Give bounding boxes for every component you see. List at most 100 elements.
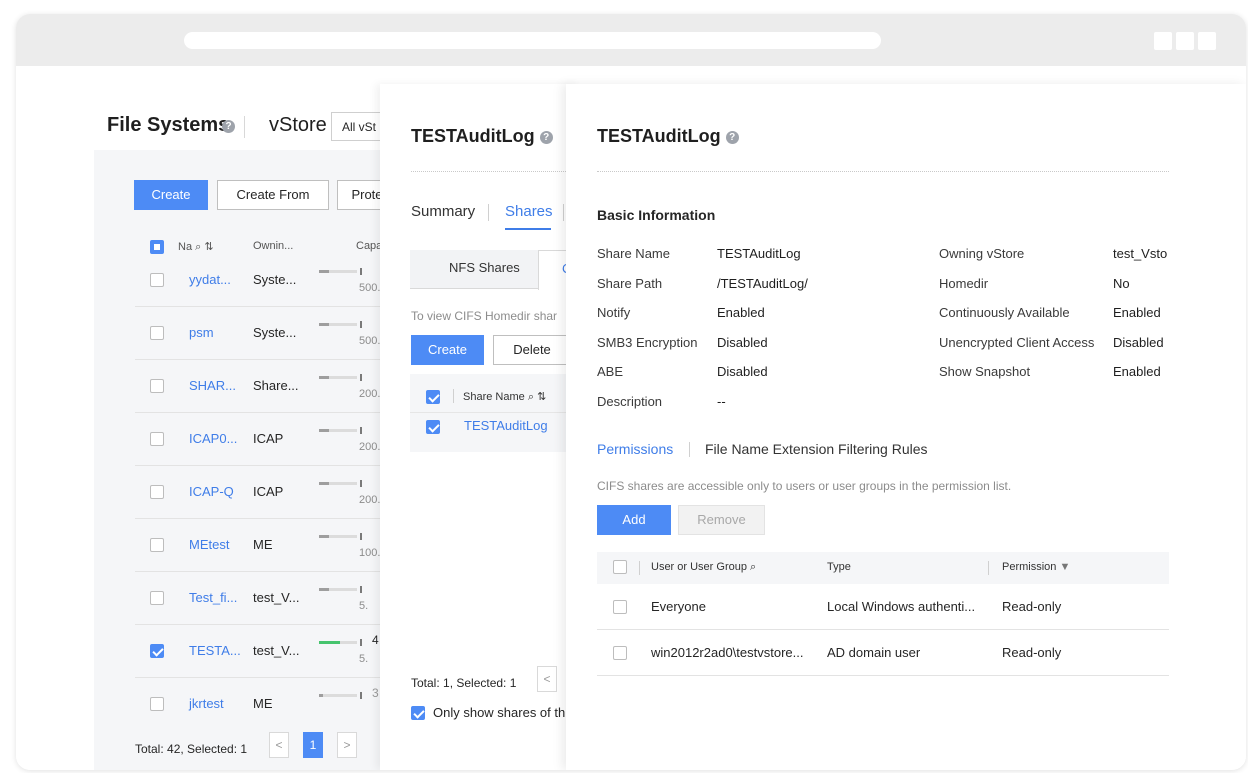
row-divider — [135, 359, 380, 360]
owning-vstore: ICAP — [253, 484, 284, 499]
prev-page-button[interactable]: < — [537, 666, 557, 692]
info-label: Notify — [597, 305, 631, 321]
column-owning[interactable]: Ownin... — [253, 240, 293, 252]
file-system-name-link[interactable]: psm — [189, 325, 214, 340]
info-label: Show Snapshot — [939, 364, 1031, 380]
file-system-name-link[interactable]: yydat... — [189, 272, 231, 287]
info-value: Enabled — [717, 305, 765, 321]
file-system-name-link[interactable]: TESTA... — [189, 643, 241, 658]
info-value: TESTAuditLog — [717, 246, 801, 261]
info-value: test_Vsto — [1113, 246, 1168, 261]
browser-window: File Systems ? vStore All vSt Create Cre… — [16, 14, 1246, 770]
row-checkbox[interactable] — [150, 485, 164, 499]
capacity-bar — [319, 323, 357, 326]
row-checkbox[interactable] — [150, 697, 164, 711]
file-systems-panel: File Systems ? vStore All vSt Create Cre… — [94, 84, 397, 770]
row-divider — [135, 624, 380, 625]
file-system-name-link[interactable]: SHAR... — [189, 378, 236, 393]
row-checkbox[interactable] — [150, 326, 164, 340]
next-page-button[interactable]: > — [337, 732, 357, 758]
close-button[interactable] — [1198, 32, 1216, 50]
row-divider — [135, 465, 380, 466]
maximize-button[interactable] — [1176, 32, 1194, 50]
row-checkbox[interactable] — [613, 600, 627, 614]
file-system-name-link[interactable]: ICAP-Q — [189, 484, 234, 499]
info-label: ABE — [597, 364, 624, 380]
row-checkbox[interactable] — [150, 538, 164, 552]
capacity-bar-fill — [319, 376, 329, 379]
capacity-value: 200. — [359, 441, 381, 453]
minimize-button[interactable] — [1154, 32, 1172, 50]
help-icon[interactable]: ? — [725, 130, 739, 144]
row-checkbox[interactable] — [426, 420, 440, 434]
tab-shares[interactable]: Shares — [505, 203, 553, 220]
search-icon[interactable]: ⌕ — [750, 561, 756, 573]
delete-share-button[interactable]: Delete — [493, 335, 571, 365]
add-button[interactable]: Add — [597, 505, 671, 535]
column-capacity[interactable]: Capa — [356, 240, 382, 252]
divider — [244, 116, 245, 138]
table-row: win2012r2ad0\testvstore... AD domain user… — [597, 630, 1169, 676]
capacity-bar — [319, 376, 357, 379]
column-name[interactable]: Na ⌕ ⇅ — [178, 240, 214, 254]
only-show-label: Only show shares of th — [433, 705, 566, 720]
capacity-value: 200. — [359, 494, 381, 506]
remove-button[interactable]: Remove — [678, 505, 765, 535]
column-user-label: User or User Group — [651, 561, 747, 573]
address-bar[interactable] — [184, 32, 881, 49]
info-label: Continuously Available — [939, 305, 1070, 321]
create-from-button[interactable]: Create From — [217, 180, 329, 210]
file-system-name-link[interactable]: Test_fi... — [189, 590, 237, 605]
column-permission[interactable]: Permission ▼ — [1002, 561, 1070, 573]
capacity-marker — [360, 374, 362, 381]
capacity-bar-fill — [319, 535, 329, 538]
create-button[interactable]: Create — [134, 180, 208, 210]
row-checkbox[interactable] — [150, 379, 164, 393]
select-all-checkbox[interactable] — [613, 560, 627, 574]
prev-page-button[interactable]: < — [269, 732, 289, 758]
column-share-name[interactable]: Share Name ⌕ ⇅ — [463, 390, 546, 404]
row-checkbox[interactable] — [150, 273, 164, 287]
tab-file-name-extension-filtering-rules[interactable]: File Name Extension Filtering Rules — [705, 441, 928, 457]
owning-vstore: test_V... — [253, 643, 300, 658]
user-type: Local Windows authenti... — [827, 599, 976, 614]
row-checkbox[interactable] — [613, 646, 627, 660]
file-system-name-link[interactable]: jkrtest — [189, 696, 224, 711]
tab-permissions[interactable]: Permissions — [597, 441, 673, 457]
row-checkbox[interactable] — [150, 432, 164, 446]
permission-hint: CIFS shares are accessible only to users… — [597, 479, 1012, 493]
select-all-checkbox[interactable] — [150, 240, 164, 254]
help-icon[interactable]: ? — [222, 120, 235, 133]
user-type: AD domain user — [827, 645, 921, 660]
subtab-nfs-shares[interactable]: NFS Shares — [449, 260, 520, 275]
info-value: Disabled — [1113, 334, 1164, 350]
sort-icon[interactable]: ⇅ — [204, 241, 213, 253]
permissions-table-header: User or User Group ⌕ Type Permission ▼ — [597, 552, 1169, 584]
info-label: Unencrypted Client Access — [939, 334, 1095, 350]
create-share-button[interactable]: Create — [411, 335, 484, 365]
capacity-value: 500. — [359, 282, 381, 294]
search-icon[interactable]: ⌕ — [528, 391, 534, 403]
column-user[interactable]: User or User Group ⌕ — [651, 561, 756, 574]
row-divider — [135, 677, 380, 678]
file-system-name-link[interactable]: ICAP0... — [189, 431, 237, 446]
filter-icon[interactable]: ▼ — [1059, 561, 1070, 573]
search-icon[interactable]: ⌕ — [195, 241, 201, 253]
capacity-value: 5. — [359, 653, 369, 665]
tab-summary[interactable]: Summary — [411, 203, 475, 220]
only-show-checkbox[interactable] — [411, 706, 425, 720]
row-checkbox[interactable] — [150, 591, 164, 605]
share-name-link[interactable]: TESTAuditLog — [464, 418, 548, 433]
row-checkbox[interactable] — [150, 644, 164, 658]
select-all-checkbox[interactable] — [426, 390, 440, 404]
page-1-button[interactable]: 1 — [303, 732, 323, 758]
info-value: Enabled — [1113, 305, 1161, 321]
column-type[interactable]: Type — [827, 561, 851, 573]
file-systems-list: Create Create From Prote Na ⌕ ⇅ Ownin...… — [94, 150, 397, 770]
help-icon[interactable]: ? — [539, 130, 553, 144]
capacity-bar — [319, 535, 357, 538]
capacity-marker — [360, 533, 362, 540]
dotted-divider — [411, 171, 576, 172]
file-system-name-link[interactable]: MEtest — [189, 537, 229, 552]
sort-icon[interactable]: ⇅ — [537, 391, 546, 403]
